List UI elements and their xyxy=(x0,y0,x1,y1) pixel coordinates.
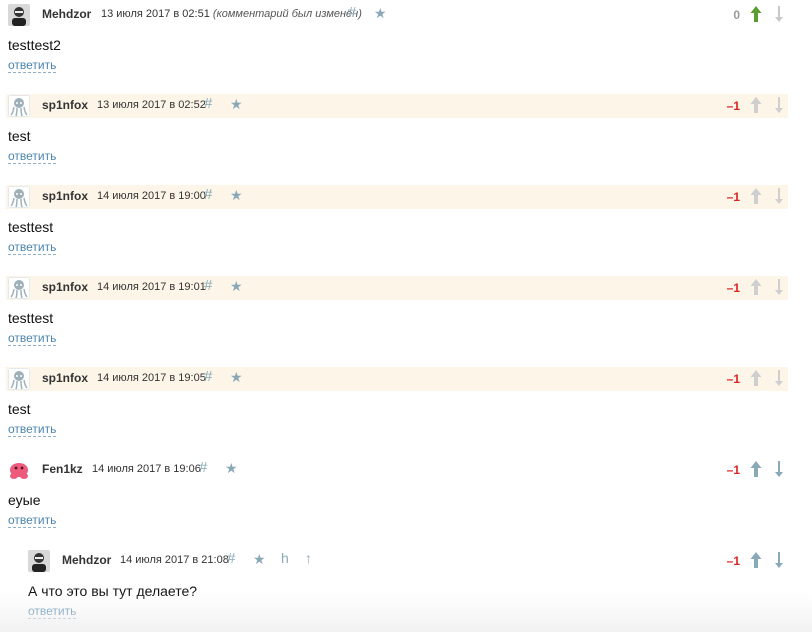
comment-header: Fen1kz 14 июля 2017 в 19:06 # ★ –1 xyxy=(6,458,788,482)
avatar[interactable] xyxy=(8,459,30,481)
downvote-arrow-icon[interactable] xyxy=(772,187,786,205)
reply-link[interactable]: ответить xyxy=(8,59,57,73)
comment-header: sp1nfox 13 июля 2017 в 02:52 # ★ –1 xyxy=(6,94,788,118)
avatar[interactable] xyxy=(8,368,30,390)
comment-score: 0 xyxy=(733,8,740,22)
comment-date[interactable]: 13 июля 2017 в 02:52 xyxy=(97,99,206,111)
username[interactable]: sp1nfox xyxy=(42,280,88,294)
username[interactable]: Fen1kz xyxy=(42,462,83,476)
comment-text: testtest2 xyxy=(8,37,61,53)
comment-score: –1 xyxy=(726,463,740,477)
upvote-arrow-icon[interactable] xyxy=(749,96,763,114)
username[interactable]: sp1nfox xyxy=(42,189,88,203)
permalink-hash-icon[interactable]: # xyxy=(204,95,212,112)
upvote-arrow-icon[interactable] xyxy=(749,369,763,387)
comment-header: sp1nfox 14 июля 2017 в 19:05 # ★ –1 xyxy=(6,367,788,391)
comment-header: Mehdzor 14 июля 2017 в 21:08 # ★ h ↑ –1 xyxy=(26,549,788,573)
comment-score: –1 xyxy=(726,281,740,295)
reply-link[interactable]: ответить xyxy=(8,150,57,164)
comment-date[interactable]: 14 июля 2017 в 19:00 xyxy=(97,190,206,202)
bookmark-star-icon[interactable]: ★ xyxy=(230,278,243,295)
comment-date[interactable]: 14 июля 2017 в 19:01 xyxy=(97,281,206,293)
comment-text: test xyxy=(8,401,31,417)
permalink-hash-icon[interactable]: # xyxy=(199,459,207,476)
avatar[interactable] xyxy=(8,277,30,299)
avatar[interactable] xyxy=(8,186,30,208)
bookmark-star-icon[interactable]: ★ xyxy=(225,460,238,477)
comment-score: –1 xyxy=(726,190,740,204)
bookmark-star-icon[interactable]: ★ xyxy=(230,369,243,386)
upvote-arrow-icon[interactable] xyxy=(749,551,763,569)
date-text: 13 июля 2017 в 02:51 xyxy=(101,8,210,20)
upvote-arrow-icon[interactable] xyxy=(749,278,763,296)
downvote-arrow-icon[interactable] xyxy=(772,369,786,387)
upvote-arrow-icon[interactable] xyxy=(749,5,763,23)
reply-link[interactable]: ответить xyxy=(8,332,57,346)
reply-link[interactable]: ответить xyxy=(28,605,77,619)
downvote-arrow-icon[interactable] xyxy=(772,551,786,569)
upvote-arrow-icon[interactable] xyxy=(749,187,763,205)
comment-text: test xyxy=(8,128,31,144)
reply-link[interactable]: ответить xyxy=(8,423,57,437)
comment-date[interactable]: 13 июля 2017 в 02:51 (комментарий был из… xyxy=(101,8,362,20)
avatar[interactable] xyxy=(8,95,30,117)
comment-text: А что это вы тут делаете? xyxy=(28,583,198,599)
downvote-arrow-icon[interactable] xyxy=(772,96,786,114)
comment-text: testtest xyxy=(8,219,54,235)
avatar[interactable] xyxy=(8,4,30,26)
downvote-arrow-icon[interactable] xyxy=(772,5,786,23)
username[interactable]: Mehdzor xyxy=(42,7,91,21)
bookmark-star-icon[interactable]: ★ xyxy=(230,96,243,113)
reply-link[interactable]: ответить xyxy=(8,514,57,528)
reply-link[interactable]: ответить xyxy=(8,241,57,255)
username[interactable]: Mehdzor xyxy=(62,553,111,567)
comment-score: –1 xyxy=(726,372,740,386)
comment-date[interactable]: 14 июля 2017 в 19:05 xyxy=(97,372,206,384)
comment-date[interactable]: 14 июля 2017 в 21:08 xyxy=(120,554,229,566)
permalink-hash-icon[interactable]: # xyxy=(204,368,212,385)
avatar[interactable] xyxy=(28,550,50,572)
comment-score: –1 xyxy=(726,99,740,113)
permalink-hash-icon[interactable]: # xyxy=(348,4,356,21)
username[interactable]: sp1nfox xyxy=(42,371,88,385)
comment-text: еуые xyxy=(8,492,41,508)
downvote-arrow-icon[interactable] xyxy=(772,278,786,296)
comment-text: testtest xyxy=(8,310,54,326)
permalink-hash-icon[interactable]: # xyxy=(227,550,235,567)
bookmark-star-icon[interactable]: ★ xyxy=(230,187,243,204)
edited-note: (комментарий был изменён) xyxy=(212,8,362,20)
branch-root-link-icon[interactable]: ↑ xyxy=(305,550,312,566)
bookmark-star-icon[interactable]: ★ xyxy=(253,551,266,568)
permalink-hash-icon[interactable]: # xyxy=(204,186,212,203)
upvote-arrow-icon[interactable] xyxy=(749,460,763,478)
comment-header: sp1nfox 14 июля 2017 в 19:01 # ★ –1 xyxy=(6,276,788,300)
parent-comment-link-icon[interactable]: h xyxy=(281,550,289,566)
username[interactable]: sp1nfox xyxy=(42,98,88,112)
comment-score: –1 xyxy=(726,554,740,568)
comment-date[interactable]: 14 июля 2017 в 19:06 xyxy=(92,463,201,475)
bookmark-star-icon[interactable]: ★ xyxy=(374,5,387,22)
comment-header: Mehdzor 13 июля 2017 в 02:51 (комментари… xyxy=(6,3,788,27)
comment-header: sp1nfox 14 июля 2017 в 19:00 # ★ –1 xyxy=(6,185,788,209)
permalink-hash-icon[interactable]: # xyxy=(204,277,212,294)
downvote-arrow-icon[interactable] xyxy=(772,460,786,478)
